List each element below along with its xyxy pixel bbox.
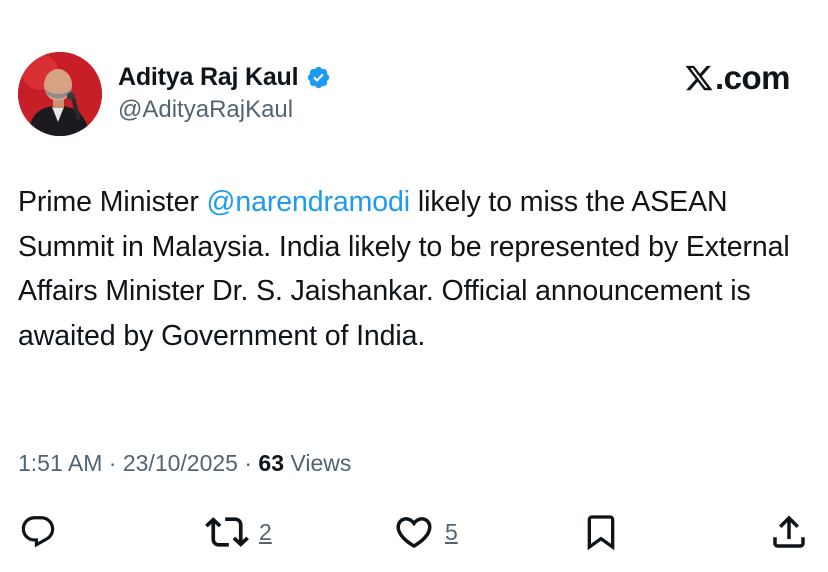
tweet-text: Prime Minister @narendramodi likely to m…: [18, 180, 808, 358]
bookmark-button[interactable]: [581, 510, 621, 554]
verified-badge-icon: [306, 65, 331, 90]
tweet-time[interactable]: 1:51 AM: [18, 450, 102, 476]
share-button[interactable]: [768, 510, 810, 554]
tweet-actions: 2 5: [0, 510, 828, 554]
author-name-row: Aditya Raj Kaul: [118, 60, 331, 94]
brand-text: .com: [714, 59, 791, 96]
avatar[interactable]: [18, 52, 102, 136]
views-label: Views: [284, 450, 352, 476]
heart-icon: [393, 511, 435, 553]
meta-separator: ·: [237, 450, 259, 476]
bookmark-icon: [581, 512, 621, 552]
repost-count[interactable]: 2: [259, 519, 272, 546]
tweet-date[interactable]: 23/10/2025: [123, 450, 238, 476]
like-button[interactable]: 5: [393, 510, 458, 554]
reply-icon: [19, 513, 57, 551]
author-display-name[interactable]: Aditya Raj Kaul: [118, 63, 299, 92]
views-count: 63: [258, 450, 285, 476]
reply-button[interactable]: [19, 510, 57, 554]
repost-icon: [205, 510, 249, 554]
author-handle[interactable]: @AdityaRajKaul: [118, 96, 293, 124]
x-logo-icon: [684, 63, 714, 93]
share-icon: [768, 511, 810, 553]
meta-separator: ·: [102, 450, 123, 476]
tweet-text-before: Prime Minister: [18, 186, 207, 218]
tweet-meta: 1:51 AM · 23/10/2025 · 63 Views: [18, 450, 351, 477]
brand-logo: .com: [684, 58, 791, 98]
mention-link[interactable]: @narendramodi: [207, 186, 411, 218]
avatar-photo: [18, 52, 102, 136]
like-count[interactable]: 5: [445, 519, 458, 546]
repost-button[interactable]: 2: [205, 510, 272, 554]
